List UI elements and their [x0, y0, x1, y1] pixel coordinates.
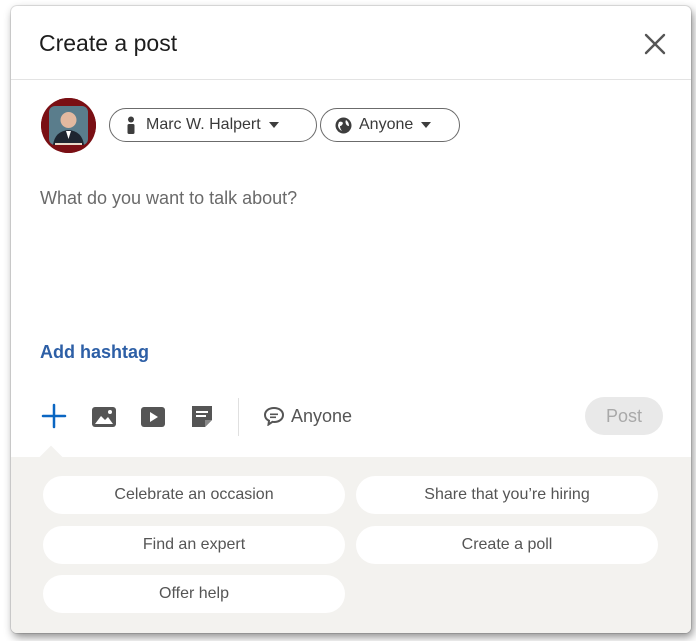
suggestion-celebrate-occasion[interactable]: Celebrate an occasion	[43, 476, 345, 514]
add-photo-button[interactable]	[91, 406, 117, 428]
toolbar-divider	[238, 398, 239, 436]
suggestion-offer-help[interactable]: Offer help	[43, 575, 345, 613]
comment-control-label: Anyone	[291, 405, 353, 426]
avatar	[41, 98, 96, 153]
person-icon	[127, 116, 135, 134]
add-document-button[interactable]	[190, 404, 214, 429]
close-icon	[644, 33, 666, 55]
suggestion-share-hiring[interactable]: Share that you’re hiring	[356, 476, 658, 514]
comment-icon	[263, 406, 285, 426]
dialog-title: Create a post	[39, 30, 178, 56]
post-text-input[interactable]: What do you want to talk about?	[40, 188, 297, 209]
close-button[interactable]	[641, 30, 669, 58]
post-button[interactable]: Post	[585, 397, 663, 435]
add-hashtag-link[interactable]: Add hashtag	[40, 342, 149, 363]
create-post-dialog: Create a post Marc W. Halpert Anyone Wha…	[11, 6, 691, 633]
add-more-button[interactable]	[41, 403, 67, 429]
document-icon	[192, 406, 212, 427]
audience-selector[interactable]: Anyone	[320, 108, 460, 142]
suggestion-create-poll[interactable]: Create a poll	[356, 526, 658, 564]
profile-photo	[41, 98, 96, 153]
author-name: Marc W. Halpert	[146, 116, 261, 133]
author-selector[interactable]: Marc W. Halpert	[109, 108, 317, 142]
video-icon	[141, 407, 165, 427]
suggestion-find-expert[interactable]: Find an expert	[43, 526, 345, 564]
add-video-button[interactable]	[140, 406, 166, 428]
dialog-header: Create a post	[11, 6, 691, 80]
caret-down-icon	[268, 122, 279, 128]
comment-control-button[interactable]: Anyone	[263, 404, 352, 428]
globe-icon	[335, 117, 352, 133]
plus-icon	[41, 403, 67, 429]
audience-label: Anyone	[359, 116, 414, 133]
suggestions-panel: Celebrate an occasion Share that you’re …	[11, 457, 691, 633]
caret-down-icon	[421, 122, 432, 128]
photo-icon	[92, 407, 116, 427]
